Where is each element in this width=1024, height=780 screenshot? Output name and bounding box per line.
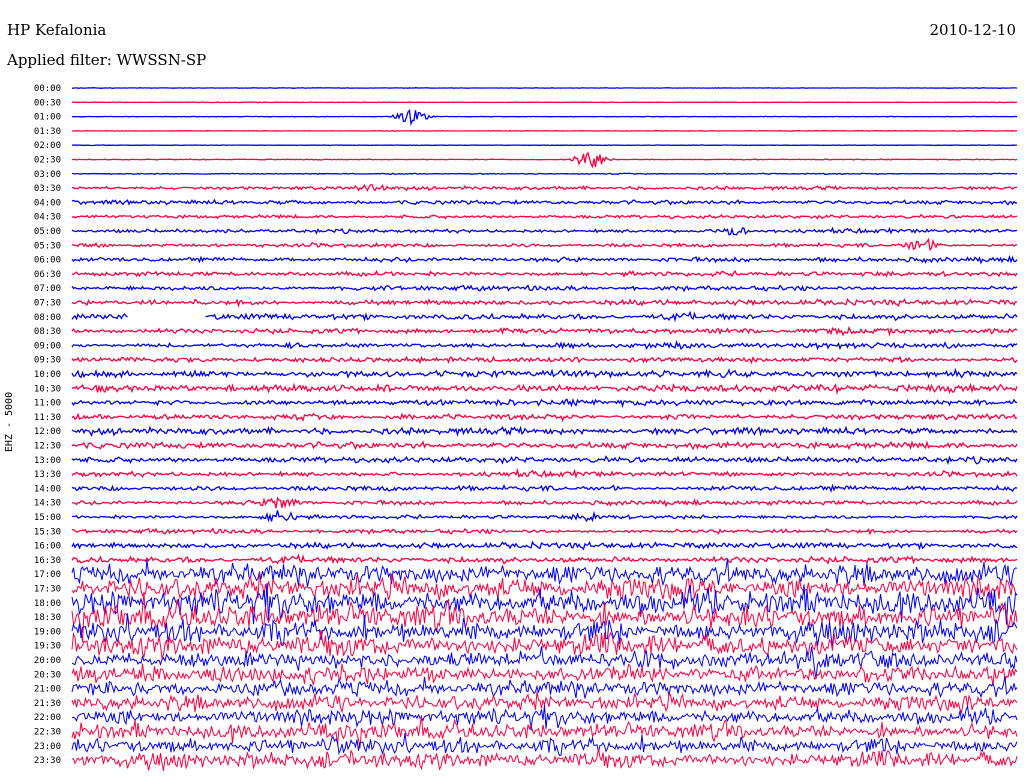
trace-row bbox=[71, 297, 1018, 308]
row-time-label: 15:00 bbox=[34, 513, 61, 523]
row-labels: 00:00 00:30 01:00 01:30 02:00 02:30 03:00 03:30… bbox=[34, 84, 61, 766]
trace-row bbox=[71, 172, 1018, 176]
trace-row bbox=[71, 109, 1018, 126]
row-time-label: 04:00 bbox=[34, 198, 61, 208]
row-time-label: 11:00 bbox=[34, 399, 61, 409]
row-time-label: 16:00 bbox=[34, 542, 61, 552]
row-time-label: 23:00 bbox=[34, 742, 61, 752]
trace-row bbox=[72, 129, 1017, 132]
row-time-label: 19:00 bbox=[34, 627, 61, 637]
trace-row bbox=[71, 412, 1018, 423]
trace-row bbox=[71, 425, 1018, 437]
trace-row bbox=[72, 510, 1018, 523]
trace-row bbox=[71, 144, 1017, 147]
trace-row bbox=[71, 483, 1018, 494]
row-time-label: 14:00 bbox=[34, 484, 61, 494]
row-time-label: 17:00 bbox=[34, 570, 61, 580]
row-time-label: 10:00 bbox=[34, 370, 61, 380]
trace-row bbox=[71, 310, 1018, 323]
trace-row bbox=[71, 704, 1018, 731]
row-time-label: 07:00 bbox=[34, 284, 61, 294]
row-time-label: 08:30 bbox=[34, 327, 61, 337]
row-time-label: 02:00 bbox=[34, 141, 61, 151]
row-time-label: 05:00 bbox=[34, 227, 61, 237]
row-time-label: 06:30 bbox=[34, 270, 61, 280]
trace-row bbox=[71, 382, 1018, 396]
trace-row bbox=[71, 151, 1018, 169]
row-time-label: 03:00 bbox=[34, 170, 61, 180]
row-time-label: 18:00 bbox=[34, 599, 61, 609]
trace-row bbox=[71, 748, 1018, 771]
trace-row bbox=[71, 367, 1018, 379]
trace-row bbox=[72, 183, 1018, 192]
row-time-label: 03:30 bbox=[34, 184, 61, 194]
row-time-label: 06:00 bbox=[34, 256, 61, 266]
row-time-label: 00:00 bbox=[34, 84, 61, 94]
row-time-label: 21:00 bbox=[34, 685, 61, 695]
row-time-label: 14:30 bbox=[34, 499, 61, 509]
trace-row bbox=[72, 101, 1018, 104]
row-time-label: 02:30 bbox=[34, 156, 61, 166]
trace-row bbox=[71, 325, 1018, 337]
trace-row bbox=[71, 398, 1018, 409]
row-time-label: 23:30 bbox=[34, 756, 61, 766]
row-time-label: 05:30 bbox=[34, 241, 61, 251]
row-time-label: 01:30 bbox=[34, 127, 61, 137]
row-time-label: 20:00 bbox=[34, 656, 61, 666]
row-time-label: 22:30 bbox=[34, 728, 61, 738]
trace-row bbox=[71, 254, 1018, 265]
row-time-label: 21:30 bbox=[34, 699, 61, 709]
trace-row bbox=[71, 339, 1018, 351]
row-time-label: 18:30 bbox=[34, 613, 61, 623]
trace-row bbox=[71, 237, 1018, 252]
row-time-label: 07:30 bbox=[34, 299, 61, 309]
row-time-label: 01:00 bbox=[34, 113, 61, 123]
row-time-label: 00:30 bbox=[34, 98, 61, 108]
trace-row bbox=[71, 440, 1018, 451]
row-time-label: 17:30 bbox=[34, 585, 61, 595]
trace-row bbox=[71, 733, 1018, 757]
row-time-label: 12:00 bbox=[34, 427, 61, 437]
row-time-label: 19:30 bbox=[34, 642, 61, 652]
trace-row bbox=[71, 355, 1018, 365]
trace-row bbox=[71, 527, 1018, 536]
row-time-label: 13:30 bbox=[34, 470, 61, 480]
trace-row bbox=[71, 629, 1018, 660]
row-time-label: 16:30 bbox=[34, 556, 61, 566]
trace-row bbox=[71, 676, 1018, 699]
trace-row bbox=[71, 467, 1018, 479]
trace-row bbox=[71, 213, 1018, 220]
trace-lines bbox=[71, 87, 1018, 771]
row-time-label: 15:30 bbox=[34, 527, 61, 537]
row-time-label: 09:00 bbox=[34, 341, 61, 351]
trace-row bbox=[71, 269, 1018, 278]
trace-row bbox=[71, 553, 1018, 565]
trace-row bbox=[72, 87, 1018, 89]
row-time-label: 09:30 bbox=[34, 356, 61, 366]
row-time-label: 04:30 bbox=[34, 213, 61, 223]
trace-row bbox=[71, 284, 1018, 293]
row-time-label: 20:30 bbox=[34, 670, 61, 680]
row-time-label: 11:30 bbox=[34, 413, 61, 423]
row-time-label: 12:30 bbox=[34, 442, 61, 452]
helicorder-plot: 00:00 00:30 01:00 01:30 02:00 02:30 03:00 03:30… bbox=[34, 84, 1018, 771]
row-time-label: 22:00 bbox=[34, 713, 61, 723]
row-time-label: 10:30 bbox=[34, 384, 61, 394]
trace-row bbox=[71, 540, 1018, 551]
trace-row bbox=[71, 663, 1018, 686]
trace-row bbox=[71, 558, 1018, 587]
trace-row bbox=[71, 226, 1018, 236]
row-time-label: 08:00 bbox=[34, 313, 61, 323]
trace-row bbox=[71, 198, 1018, 206]
trace-row bbox=[71, 496, 1018, 509]
row-time-label: 13:00 bbox=[34, 456, 61, 466]
trace-row bbox=[71, 455, 1018, 466]
